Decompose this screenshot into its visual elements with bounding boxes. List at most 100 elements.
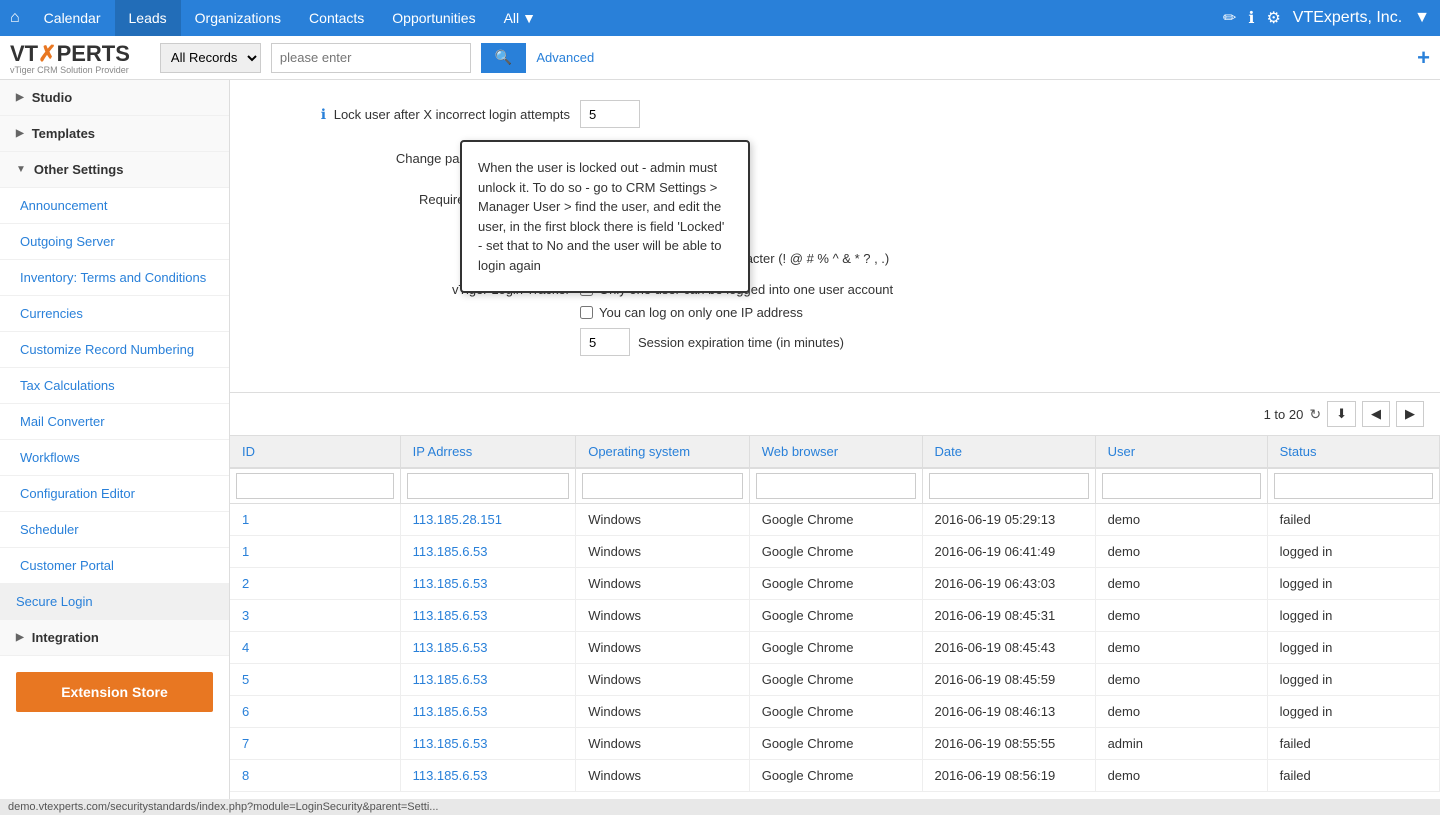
cell-id[interactable]: 6	[230, 696, 400, 728]
sidebar-item-mail-converter[interactable]: Mail Converter	[0, 404, 229, 440]
nav-organizations[interactable]: Organizations	[181, 0, 295, 36]
filter-os[interactable]	[582, 473, 743, 499]
cell-user: demo	[1095, 536, 1267, 568]
advanced-link[interactable]: Advanced	[536, 50, 594, 65]
cell-id[interactable]: 1	[230, 536, 400, 568]
prev-page-button[interactable]: ◀	[1362, 401, 1390, 427]
edit-icon[interactable]: ✏	[1223, 8, 1236, 28]
cell-date: 2016-06-19 05:29:13	[922, 504, 1095, 536]
cell-id[interactable]: 8	[230, 760, 400, 792]
other-settings-arrow-icon: ▼	[16, 164, 26, 175]
refresh-icon[interactable]: ↻	[1309, 406, 1321, 423]
second-bar: VT✗PERTS vTiger CRM Solution Provider Al…	[0, 36, 1440, 80]
search-input[interactable]	[271, 43, 471, 73]
filter-ip[interactable]	[407, 473, 570, 499]
cell-ip[interactable]: 113.185.6.53	[400, 568, 576, 600]
filter-id[interactable]	[236, 473, 394, 499]
cell-status: logged in	[1267, 568, 1439, 600]
table-row: 2113.185.6.53WindowsGoogle Chrome2016-06…	[230, 568, 1440, 600]
sidebar-item-configuration-editor[interactable]: Configuration Editor	[0, 476, 229, 512]
col-id[interactable]: ID	[230, 436, 400, 468]
cell-user: demo	[1095, 568, 1267, 600]
cell-ip[interactable]: 113.185.6.53	[400, 536, 576, 568]
cell-ip[interactable]: 113.185.6.53	[400, 696, 576, 728]
home-icon[interactable]: ⌂	[10, 9, 20, 27]
cell-id[interactable]: 3	[230, 600, 400, 632]
cell-ip[interactable]: 113.185.6.53	[400, 632, 576, 664]
cell-status: failed	[1267, 504, 1439, 536]
col-browser[interactable]: Web browser	[749, 436, 922, 468]
nav-leads[interactable]: Leads	[115, 0, 181, 36]
search-type-select[interactable]: All Records Templates	[160, 43, 261, 73]
sidebar-item-templates[interactable]: ▶ Templates	[0, 116, 229, 152]
settings-area: ℹ Lock user after X incorrect login atte…	[230, 80, 1440, 393]
filter-browser[interactable]	[756, 473, 916, 499]
col-user[interactable]: User	[1095, 436, 1267, 468]
settings-icon[interactable]: ⚙	[1266, 8, 1280, 28]
sidebar-item-other-settings[interactable]: ▼ Other Settings	[0, 152, 229, 188]
col-date[interactable]: Date	[922, 436, 1095, 468]
sidebar-item-studio[interactable]: ▶ Studio	[0, 80, 229, 116]
add-button[interactable]: +	[1417, 45, 1430, 71]
sidebar-item-scheduler[interactable]: Scheduler	[0, 512, 229, 548]
lock-user-info-icon[interactable]: ℹ	[321, 106, 326, 122]
cell-os: Windows	[576, 696, 750, 728]
cell-id[interactable]: 2	[230, 568, 400, 600]
cell-browser: Google Chrome	[749, 536, 922, 568]
cell-os: Windows	[576, 760, 750, 792]
col-ip[interactable]: IP Adrress	[400, 436, 576, 468]
cell-date: 2016-06-19 06:43:03	[922, 568, 1095, 600]
table-row: 7113.185.6.53WindowsGoogle Chrome2016-06…	[230, 728, 1440, 760]
sidebar-item-inventory-terms[interactable]: Inventory: Terms and Conditions	[0, 260, 229, 296]
sidebar-item-announcement[interactable]: Announcement	[0, 188, 229, 224]
cell-os: Windows	[576, 600, 750, 632]
cell-date: 2016-06-19 08:45:43	[922, 632, 1095, 664]
cell-ip[interactable]: 113.185.28.151	[400, 504, 576, 536]
cell-os: Windows	[576, 632, 750, 664]
cell-id[interactable]: 4	[230, 632, 400, 664]
cell-status: logged in	[1267, 696, 1439, 728]
sidebar-item-tax-calculations[interactable]: Tax Calculations	[0, 368, 229, 404]
cell-ip[interactable]: 113.185.6.53	[400, 600, 576, 632]
sidebar-item-currencies[interactable]: Currencies	[0, 296, 229, 332]
sidebar-item-workflows[interactable]: Workflows	[0, 440, 229, 476]
cell-date: 2016-06-19 08:56:19	[922, 760, 1095, 792]
session-time-input[interactable]	[580, 328, 630, 356]
extension-store-button[interactable]: Extension Store	[16, 672, 213, 712]
cell-id[interactable]: 5	[230, 664, 400, 696]
col-os[interactable]: Operating system	[576, 436, 750, 468]
nav-contacts[interactable]: Contacts	[295, 0, 378, 36]
next-page-button[interactable]: ▶	[1396, 401, 1424, 427]
cell-ip[interactable]: 113.185.6.53	[400, 760, 576, 792]
cell-id[interactable]: 1	[230, 504, 400, 536]
cell-browser: Google Chrome	[749, 504, 922, 536]
sidebar-item-customize-record-numbering[interactable]: Customize Record Numbering	[0, 332, 229, 368]
lock-user-row: ℹ Lock user after X incorrect login atte…	[250, 100, 1420, 128]
cell-id[interactable]: 7	[230, 728, 400, 760]
table-row: 1113.185.28.151WindowsGoogle Chrome2016-…	[230, 504, 1440, 536]
search-button[interactable]: 🔍	[481, 43, 526, 73]
checkbox-one-ip[interactable]: You can log on only one IP address	[580, 305, 893, 320]
cell-browser: Google Chrome	[749, 728, 922, 760]
filter-status[interactable]	[1274, 473, 1433, 499]
sidebar-item-outgoing-server[interactable]: Outgoing Server	[0, 224, 229, 260]
lock-user-input[interactable]	[580, 100, 640, 128]
filter-date[interactable]	[929, 473, 1089, 499]
cell-os: Windows	[576, 536, 750, 568]
sidebar-item-integration[interactable]: ▶ Integration	[0, 620, 229, 656]
sidebar-item-secure-login[interactable]: Secure Login	[0, 584, 229, 620]
sidebar-item-customer-portal[interactable]: Customer Portal	[0, 548, 229, 584]
cell-ip[interactable]: 113.185.6.53	[400, 664, 576, 696]
nav-opportunities[interactable]: Opportunities	[378, 0, 489, 36]
download-button[interactable]: ⬇	[1327, 401, 1356, 427]
session-row: Session expiration time (in minutes)	[580, 328, 893, 356]
nav-all[interactable]: All ▼	[490, 0, 550, 36]
nav-calendar[interactable]: Calendar	[30, 0, 115, 36]
cell-ip[interactable]: 113.185.6.53	[400, 728, 576, 760]
company-dropdown-arrow[interactable]: ▼	[1414, 9, 1430, 27]
info-icon[interactable]: ℹ	[1248, 8, 1254, 28]
table-row: 3113.185.6.53WindowsGoogle Chrome2016-06…	[230, 600, 1440, 632]
filter-user[interactable]	[1102, 473, 1261, 499]
templates-arrow-icon: ▶	[16, 128, 24, 139]
col-status[interactable]: Status	[1267, 436, 1439, 468]
